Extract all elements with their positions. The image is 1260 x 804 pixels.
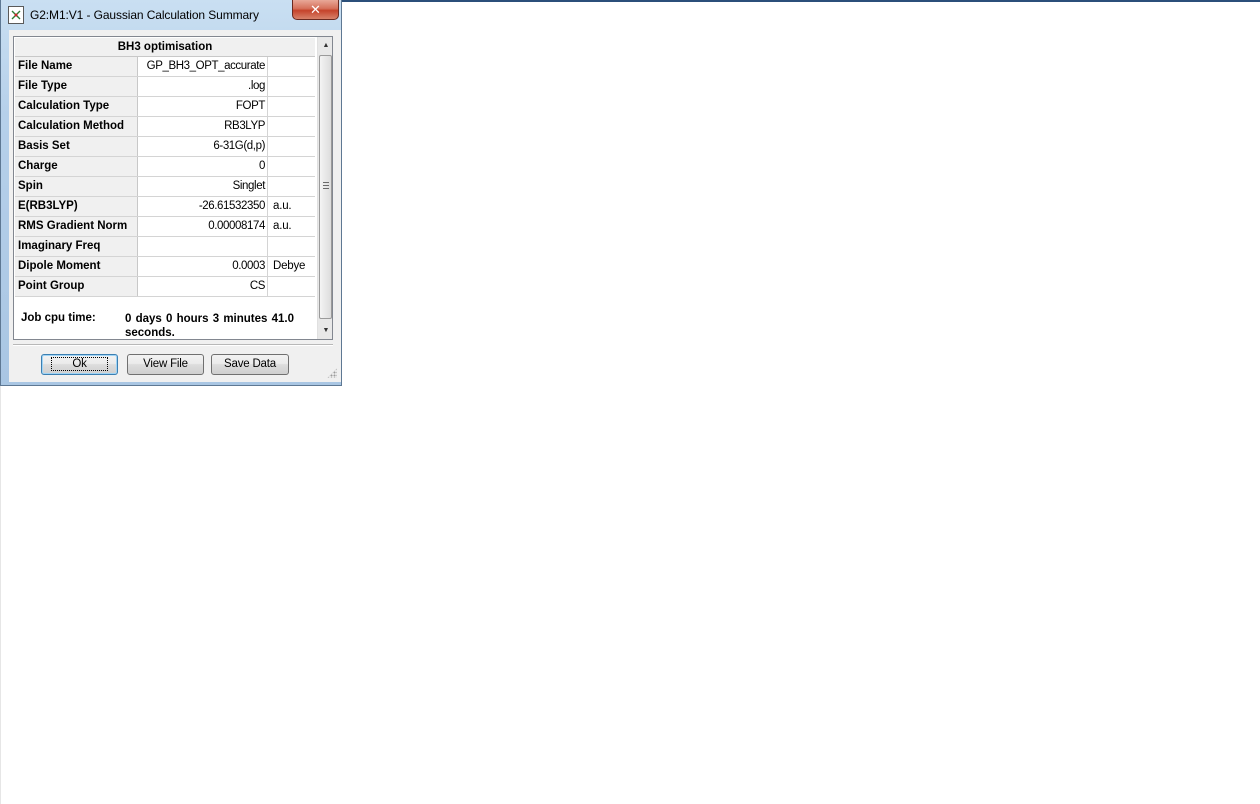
row-label: E(RB3LYP) [15, 197, 138, 216]
row-value: -26.61532350 [138, 197, 268, 216]
row-unit [268, 137, 315, 156]
row-unit [268, 157, 315, 176]
row-unit [268, 237, 315, 256]
desktop-left-edge [0, 386, 1, 804]
row-unit: a.u. [273, 220, 292, 232]
row-label: RMS Gradient Norm [15, 217, 138, 236]
scroll-up-arrow-icon[interactable]: ▲ [318, 37, 332, 54]
row-value: 0.0003 [138, 257, 268, 276]
button-separator [13, 344, 333, 346]
row-label: Basis Set [15, 137, 138, 156]
desktop-top-edge [342, 0, 1260, 2]
row-unit: a.u. [273, 200, 292, 212]
row-label: File Name [15, 57, 138, 76]
close-button[interactable]: ✕ [292, 0, 339, 20]
summary-heading: BH3 optimisation [15, 38, 315, 57]
table-row[interactable]: Spin Singlet [15, 177, 315, 197]
table-row[interactable]: Point Group CS [15, 277, 315, 297]
row-value: Singlet [138, 177, 268, 196]
table-row[interactable]: Charge 0 [15, 157, 315, 177]
table-row[interactable]: Calculation Type FOPT [15, 97, 315, 117]
row-value: FOPT [138, 97, 268, 116]
cpu-time-label: Job cpu time: [21, 312, 96, 324]
row-unit [268, 117, 315, 136]
cpu-time-value: 0 days 0 hours 3 minutes 41.0 seconds. [125, 313, 294, 339]
row-unit: Debye [273, 260, 306, 272]
table-row[interactable]: E(RB3LYP) -26.61532350 a.u. [15, 197, 315, 217]
row-value: 6-31G(d,p) [138, 137, 268, 156]
vertical-scrollbar[interactable]: ▲ ▼ [317, 37, 332, 339]
row-unit [268, 77, 315, 96]
title-bar[interactable]: G2:M1:V1 - Gaussian Calculation Summary … [1, 0, 341, 30]
table-row[interactable]: File Type .log [15, 77, 315, 97]
row-label: Calculation Method [15, 117, 138, 136]
row-unit [268, 57, 315, 76]
row-label: Charge [15, 157, 138, 176]
table-row[interactable]: File Name GP_BH3_OPT_accurate [15, 57, 315, 77]
table-row[interactable]: RMS Gradient Norm 0.00008174 a.u. [15, 217, 315, 237]
calculation-summary-window: G2:M1:V1 - Gaussian Calculation Summary … [0, 0, 342, 386]
resize-grip-icon[interactable] [327, 368, 337, 378]
row-unit [268, 177, 315, 196]
row-unit [268, 97, 315, 116]
row-value: RB3LYP [138, 117, 268, 136]
save-data-button[interactable]: Save Data [211, 354, 289, 375]
scrollbar-thumb[interactable] [319, 55, 332, 319]
row-label: Spin [15, 177, 138, 196]
ok-button[interactable]: Ok [41, 354, 118, 375]
close-icon: ✕ [310, 2, 321, 17]
table-row[interactable]: Calculation Method RB3LYP [15, 117, 315, 137]
row-value: CS [138, 277, 268, 296]
row-unit [268, 277, 315, 296]
scrollbar-grip-icon [323, 182, 329, 189]
row-value [138, 237, 268, 256]
row-value: 0.00008174 [138, 217, 268, 236]
row-label: File Type [15, 77, 138, 96]
summary-table[interactable]: BH3 optimisation File Name GP_BH3_OPT_acc… [13, 36, 333, 340]
row-label: Imaginary Freq [15, 237, 138, 256]
row-label: Point Group [15, 277, 138, 296]
table-row[interactable]: Imaginary Freq [15, 237, 315, 257]
table-row[interactable]: Basis Set 6-31G(d,p) [15, 137, 315, 157]
row-label: Dipole Moment [15, 257, 138, 276]
row-value: GP_BH3_OPT_accurate [138, 57, 268, 76]
cpu-time-row: Job cpu time: 0 days 0 hours 3 minutes 4… [15, 298, 315, 339]
ok-button-label: Ok [51, 357, 108, 371]
view-file-button[interactable]: View File [127, 354, 204, 375]
dialog-body: BH3 optimisation File Name GP_BH3_OPT_acc… [9, 30, 341, 382]
table-row[interactable]: Dipole Moment 0.0003 Debye [15, 257, 315, 277]
row-value: .log [138, 77, 268, 96]
row-label: Calculation Type [15, 97, 138, 116]
scroll-down-arrow-icon[interactable]: ▼ [318, 322, 332, 339]
gaussview-window-icon[interactable] [8, 6, 24, 24]
window-title: G2:M1:V1 - Gaussian Calculation Summary [30, 8, 259, 22]
row-value: 0 [138, 157, 268, 176]
